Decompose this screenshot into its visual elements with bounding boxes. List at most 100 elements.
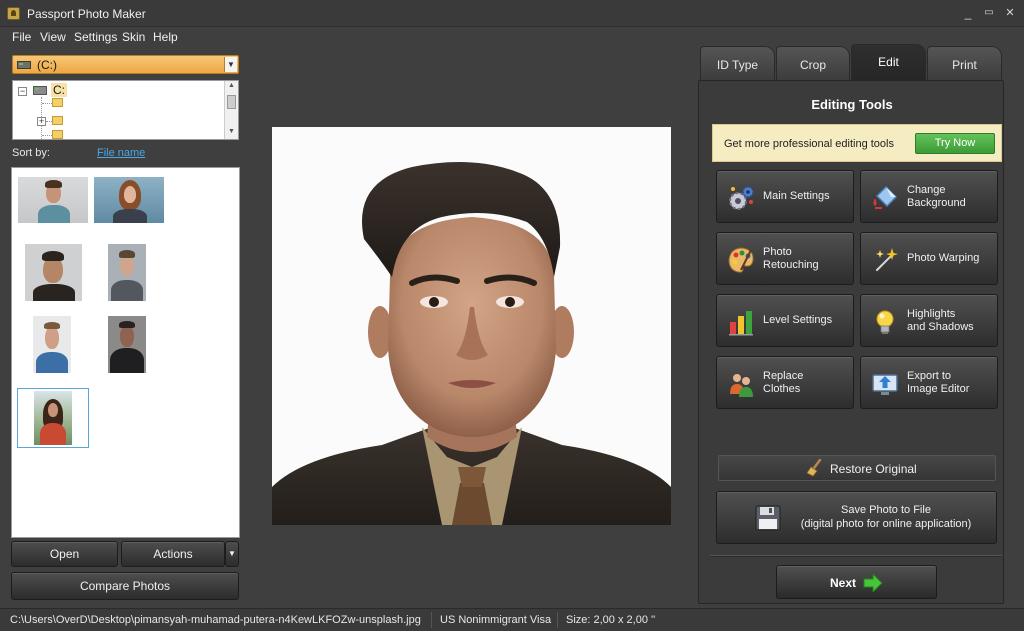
file-browser-panel: (C:) ▼ − C: + ▲ ▼ Sort by: File name Ope… <box>4 50 244 606</box>
divider <box>710 555 1002 557</box>
save-photo-title: Save Photo to File <box>841 504 931 516</box>
scroll-thumb[interactable] <box>227 95 236 109</box>
folder-icon[interactable] <box>52 98 63 107</box>
photo-warping-label: Photo Warping <box>907 252 980 264</box>
save-photo-subtitle: (digital photo for online application) <box>800 518 972 530</box>
try-now-button[interactable]: Try Now <box>915 133 995 154</box>
folder-icon[interactable] <box>52 130 63 139</box>
next-button[interactable]: Next <box>776 565 937 599</box>
highlights-shadows-button[interactable]: Highlights and Shadows <box>860 294 998 347</box>
menu-view[interactable]: View <box>40 30 66 44</box>
chevron-down-icon[interactable]: ▼ <box>224 57 237 72</box>
portrait-image <box>272 127 671 525</box>
drive-select[interactable]: (C:) ▼ <box>12 55 239 74</box>
export-image-editor-label: Export to Image Editor <box>907 369 970 395</box>
menu-help[interactable]: Help <box>153 30 178 44</box>
promo-banner: Get more professional editing tools Try … <box>712 124 1002 162</box>
thumbnail[interactable] <box>18 177 88 223</box>
drive-label: (C:) <box>37 58 57 72</box>
main-settings-label: Main Settings <box>763 190 830 202</box>
highlights-shadows-label: Highlights and Shadows <box>907 307 974 333</box>
thumbnail[interactable] <box>25 244 82 301</box>
editing-tools-title: Editing Tools <box>811 97 893 112</box>
replace-clothes-button[interactable]: Replace Clothes <box>716 356 854 409</box>
thumbnail[interactable] <box>108 316 146 373</box>
photo-warping-button[interactable]: Photo Warping <box>860 232 998 285</box>
sort-by-link[interactable]: File name <box>97 147 145 159</box>
sort-label: Sort by: <box>12 147 50 159</box>
menu-settings[interactable]: Settings <box>74 30 117 44</box>
scroll-up-icon[interactable]: ▲ <box>228 82 235 89</box>
tools-panel: ID Type Crop Edit Print Editing Tools Ge… <box>698 44 1016 606</box>
tree-line <box>42 135 52 136</box>
thumbnail-image <box>18 177 88 223</box>
actions-button[interactable]: Actions <box>121 541 225 567</box>
tab-edit[interactable]: Edit <box>851 44 926 81</box>
thumbnail-image <box>94 177 164 223</box>
maximize-button[interactable]: ▭ <box>981 5 997 21</box>
thumbnail-image <box>25 244 82 301</box>
thumbnail[interactable] <box>33 316 71 373</box>
export-image-editor-button[interactable]: Export to Image Editor <box>860 356 998 409</box>
promo-text: Get more professional editing tools <box>724 138 894 150</box>
thumbnail-selected[interactable] <box>17 388 89 448</box>
thumbnail[interactable] <box>108 244 146 301</box>
thumbnail-image <box>108 316 146 373</box>
title-bar: Passport Photo Maker _ ▭ ✕ <box>0 0 1024 27</box>
photo-retouching-label: Photo Retouching <box>763 245 819 271</box>
restore-original-button[interactable]: Restore Original <box>718 455 996 481</box>
broom-icon <box>806 459 822 477</box>
tab-crop[interactable]: Crop <box>776 46 850 81</box>
arrow-right-icon <box>863 574 883 592</box>
change-background-label: Change Background <box>907 183 966 209</box>
photo-preview[interactable] <box>272 127 671 525</box>
window-title: Passport Photo Maker <box>27 7 146 21</box>
folder-tree[interactable]: − C: + ▲ ▼ <box>12 80 239 140</box>
menu-file[interactable]: File <box>12 30 31 44</box>
status-id-type: US Nonimmigrant Visa <box>432 612 558 628</box>
compare-photos-button[interactable]: Compare Photos <box>11 572 239 600</box>
status-bar: C:\Users\OverD\Desktop\pimansyah-muhamad… <box>0 608 1024 631</box>
tab-id-type[interactable]: ID Type <box>700 46 775 81</box>
thumbnail-image <box>34 391 72 445</box>
thumbnail-image <box>108 244 146 301</box>
drive-icon <box>17 61 31 69</box>
collapse-icon[interactable]: − <box>18 87 27 96</box>
thumbnail-image <box>33 316 71 373</box>
magic-wand-icon <box>875 248 898 272</box>
floppy-disk-icon <box>755 505 781 531</box>
people-icon <box>730 374 753 397</box>
save-photo-label: Save Photo to File (digital photo for on… <box>781 503 991 531</box>
tree-scrollbar[interactable]: ▲ ▼ <box>224 81 238 139</box>
save-photo-button[interactable]: Save Photo to File (digital photo for on… <box>716 491 997 544</box>
minimize-button[interactable]: _ <box>960 5 976 21</box>
paint-bucket-icon <box>873 185 898 209</box>
replace-clothes-label: Replace Clothes <box>763 369 804 395</box>
tab-print[interactable]: Print <box>927 46 1002 81</box>
thumbnail[interactable] <box>94 177 164 223</box>
status-file-path: C:\Users\OverD\Desktop\pimansyah-muhamad… <box>2 612 432 628</box>
level-settings-button[interactable]: Level Settings <box>716 294 854 347</box>
folder-icon[interactable] <box>52 116 63 125</box>
thumbnail-list <box>11 167 240 538</box>
editing-tools-box: Editing Tools Get more professional edit… <box>698 80 1004 604</box>
restore-original-label: Restore Original <box>830 462 917 476</box>
palette-icon <box>728 247 754 273</box>
open-button[interactable]: Open <box>11 541 118 567</box>
level-settings-label: Level Settings <box>763 314 833 326</box>
tree-line <box>42 103 52 104</box>
main-settings-button[interactable]: Main Settings <box>716 170 854 223</box>
close-button[interactable]: ✕ <box>1002 5 1018 21</box>
photo-retouching-button[interactable]: Photo Retouching <box>716 232 854 285</box>
next-label: Next <box>830 576 857 590</box>
actions-dropdown-icon[interactable]: ▼ <box>225 541 239 567</box>
menu-skin[interactable]: Skin <box>122 30 145 44</box>
expand-icon[interactable]: + <box>37 117 46 126</box>
tree-root-label[interactable]: C: <box>51 83 67 97</box>
gears-icon <box>729 186 754 210</box>
app-icon <box>7 7 20 20</box>
status-size: Size: 2,00 x 2,00 '' <box>566 614 656 626</box>
change-background-button[interactable]: Change Background <box>860 170 998 223</box>
scroll-down-icon[interactable]: ▼ <box>228 128 235 135</box>
bar-levels-icon <box>729 311 753 336</box>
